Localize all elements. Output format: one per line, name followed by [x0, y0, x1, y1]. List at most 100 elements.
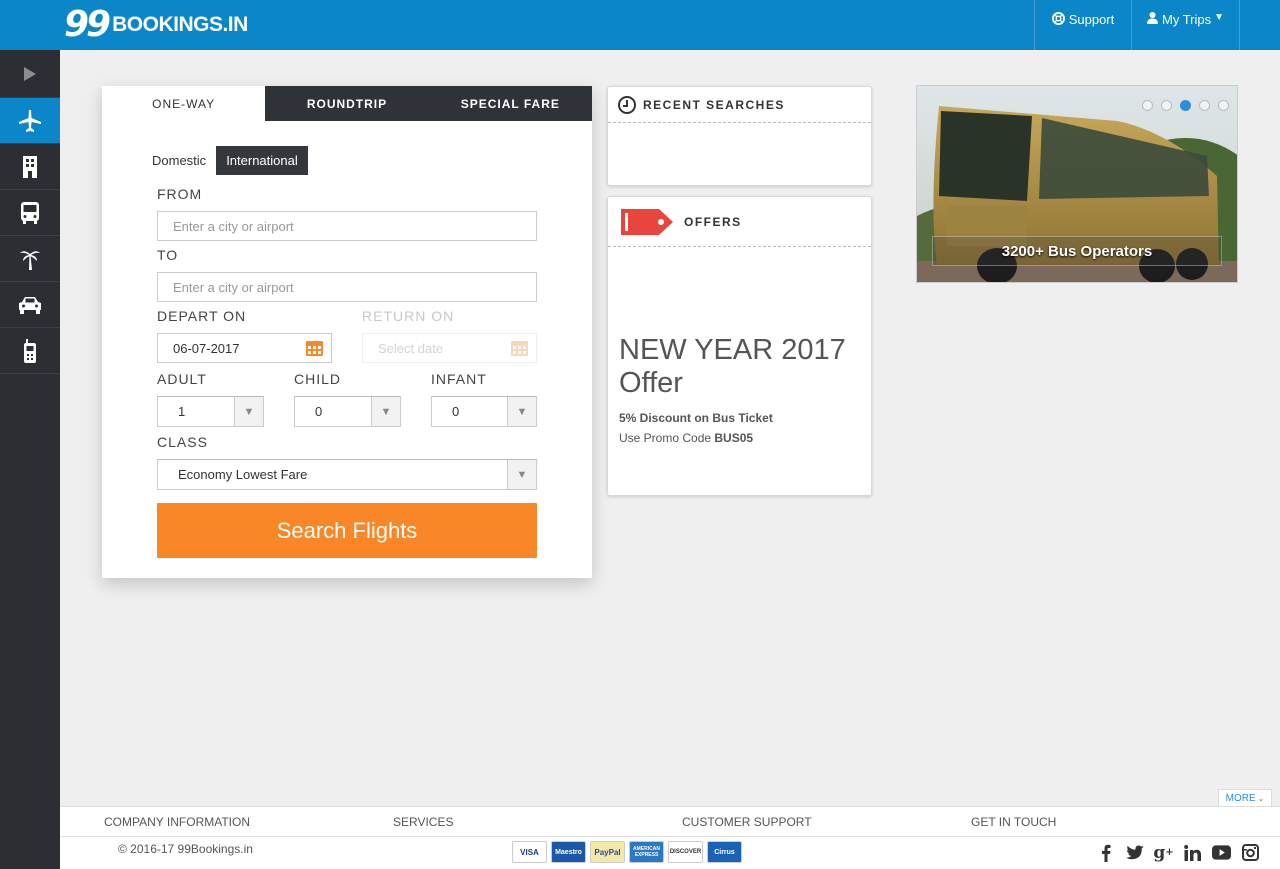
price-tag-icon [621, 208, 673, 235]
tab-roundtrip[interactable]: ROUNDTRIP [265, 86, 429, 121]
discover-card-icon: DISCOVER [668, 841, 703, 863]
depart-label: DEPART ON [157, 308, 247, 324]
more-label: MORE [1225, 793, 1256, 804]
more-button[interactable]: MORE ⌄ [1218, 789, 1272, 807]
bus-icon [20, 201, 40, 224]
recent-searches-panel: RECENT SEARCHES [607, 86, 872, 186]
search-flights-button[interactable]: Search Flights [157, 503, 537, 558]
airplane-icon [19, 109, 41, 132]
car-icon [18, 296, 42, 314]
dropdown-arrow-icon: ▼ [507, 460, 536, 489]
carousel-dot[interactable] [1199, 100, 1210, 111]
footer-customer-support[interactable]: CUSTOMER SUPPORT [682, 815, 812, 829]
payment-methods: VISA Maestro PayPal AMERICAN EXPRESS DIS… [512, 841, 742, 863]
footer-bottom-bar: © 2016-17 99Bookings.in VISA Maestro Pay… [60, 837, 1280, 869]
international-toggle[interactable]: International [216, 146, 308, 175]
sidebar-item-hotels[interactable] [0, 144, 60, 190]
paypal-card-icon: PayPal [590, 841, 625, 863]
flight-search-card: ONE-WAY ROUNDTRIP SPECIAL FARE Domestic … [102, 86, 592, 578]
class-select[interactable]: Economy Lowest Fare ▼ [157, 459, 537, 490]
tab-special-fare[interactable]: SPECIAL FARE [428, 86, 592, 121]
amex-card-icon: AMERICAN EXPRESS [629, 841, 664, 863]
carousel-dot[interactable] [1161, 100, 1172, 111]
adult-select[interactable]: 1 ▼ [157, 396, 264, 427]
calendar-icon[interactable] [306, 341, 323, 356]
adult-value: 1 [178, 404, 186, 419]
palm-tree-icon [20, 248, 40, 270]
linkedin-icon[interactable] [1183, 843, 1202, 862]
child-select[interactable]: 0 ▼ [294, 396, 401, 427]
youtube-icon[interactable] [1212, 843, 1231, 862]
my-trips-dropdown[interactable]: My Trips ▼ [1131, 0, 1240, 50]
dropdown-arrow-icon: ▼ [234, 397, 263, 426]
social-links: g + [1096, 843, 1260, 863]
offers-header: OFFERS [608, 197, 871, 247]
carousel-dot[interactable] [1218, 100, 1229, 111]
logo-number: 99 [64, 4, 111, 45]
footer-sections: COMPANY INFORMATION SERVICES CUSTOMER SU… [60, 806, 1280, 837]
footer-company-information[interactable]: COMPANY INFORMATION [104, 815, 250, 829]
region-toggle: Domestic International [152, 146, 308, 175]
clock-icon [618, 95, 636, 114]
offer-promo: Use Promo Code BUS05 [619, 431, 753, 445]
carousel-dot[interactable] [1142, 100, 1153, 111]
site-logo[interactable]: 99 BOOKINGS.IN [64, 4, 248, 46]
carousel-dots [1142, 100, 1229, 111]
offer-headline[interactable]: NEW YEAR 2017 Offer [619, 334, 859, 400]
carousel-dot-active[interactable] [1180, 100, 1191, 111]
facebook-icon[interactable] [1096, 843, 1115, 862]
promo-banner-carousel[interactable]: 3200+ Bus Operators [916, 85, 1238, 283]
sidebar-item-recharge[interactable] [0, 328, 60, 374]
tab-one-way[interactable]: ONE-WAY [102, 86, 266, 121]
support-link[interactable]: Support [1034, 0, 1131, 50]
twitter-icon[interactable] [1125, 843, 1144, 862]
offers-title: OFFERS [684, 214, 742, 229]
google-plus-icon[interactable]: g + [1153, 843, 1173, 863]
logo-text: BOOKINGS.IN [112, 13, 248, 36]
class-label: CLASS [157, 434, 208, 450]
my-trips-label: My Trips [1161, 12, 1212, 27]
footer-get-in-touch[interactable]: GET IN TOUCH [971, 815, 1056, 829]
lifebuoy-icon [1051, 12, 1065, 28]
from-label: FROM [157, 186, 203, 202]
footer-services[interactable]: SERVICES [393, 815, 453, 829]
depart-date-input[interactable]: 06-07-2017 [157, 333, 332, 363]
adult-label: ADULT [157, 371, 207, 387]
child-value: 0 [315, 404, 323, 419]
mobile-recharge-icon [24, 338, 36, 363]
infant-label: INFANT [431, 371, 487, 387]
sidebar-item-cabs[interactable] [0, 282, 60, 328]
maestro-card-icon: Maestro [551, 841, 586, 863]
offer-discount: 5% Discount on Bus Ticket [619, 411, 773, 425]
hotel-icon [22, 155, 38, 178]
caret-down-icon: ▼ [1214, 12, 1225, 23]
infant-select[interactable]: 0 ▼ [431, 396, 537, 427]
sidebar-item-bus[interactable] [0, 190, 60, 236]
child-label: CHILD [294, 371, 342, 387]
play-arrow-icon [24, 66, 36, 81]
sidebar-item-flights[interactable] [0, 98, 60, 144]
dropdown-arrow-icon: ▼ [371, 397, 400, 426]
user-icon [1146, 12, 1158, 27]
promo-prefix: Use Promo Code [619, 431, 715, 445]
return-date-input: Select date [362, 333, 537, 363]
dropdown-arrow-icon: ▼ [507, 397, 536, 426]
return-label: RETURN ON [362, 308, 455, 324]
class-value: Economy Lowest Fare [178, 467, 308, 482]
offers-panel: OFFERS NEW YEAR 2017 Offer 5% Discount o… [607, 196, 872, 496]
recent-searches-header: RECENT SEARCHES [608, 87, 871, 123]
sidebar-item-holidays[interactable] [0, 236, 60, 282]
from-input[interactable]: Enter a city or airport [157, 211, 537, 241]
cirrus-card-icon: Cirrus [707, 841, 742, 863]
depart-date-value: 06-07-2017 [173, 340, 240, 356]
return-date-placeholder: Select date [378, 340, 444, 356]
visa-card-icon: VISA [512, 841, 547, 863]
domestic-toggle[interactable]: Domestic [152, 146, 216, 175]
chevron-down-icon: ⌄ [1257, 794, 1265, 803]
instagram-icon[interactable] [1241, 843, 1260, 862]
to-input[interactable]: Enter a city or airport [157, 272, 537, 302]
sidebar-toggle[interactable] [0, 50, 60, 98]
top-nav: Support My Trips ▼ [1034, 0, 1240, 50]
promo-code: BUS05 [714, 431, 754, 445]
infant-value: 0 [452, 404, 460, 419]
